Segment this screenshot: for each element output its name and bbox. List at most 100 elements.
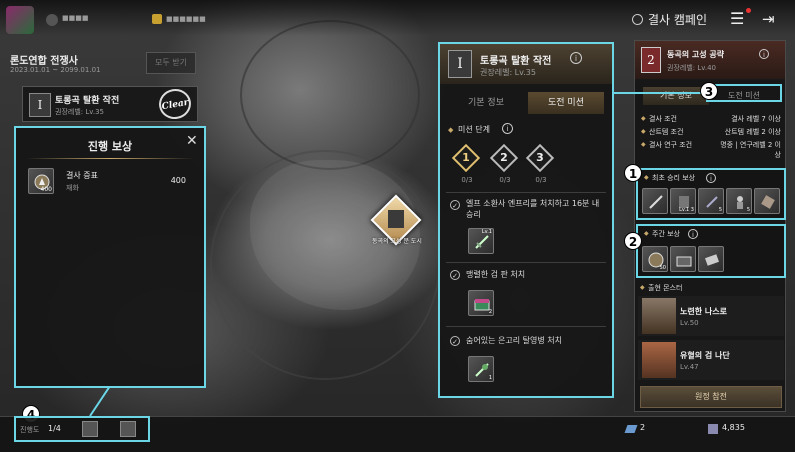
scroll-icon: [761, 195, 775, 209]
divider: [446, 192, 606, 193]
info-icon[interactable]: i: [688, 229, 698, 239]
mission-card[interactable]: I 토롱곡 탈환 작전 권장레벨: Lv.35 Clear: [22, 86, 198, 122]
mission-numeral: I: [29, 93, 51, 117]
reward-item[interactable]: [754, 188, 780, 214]
stage-progress: 0/3: [535, 176, 547, 184]
monster-row[interactable]: 노련한 나스로 Lv.50: [638, 296, 784, 336]
stage-diamond[interactable]: 2: [489, 143, 519, 173]
scroll-icon: [704, 254, 720, 266]
progress-label: 진행도: [20, 426, 40, 434]
condition-value: 산트템 레벨 2 이상: [724, 128, 781, 136]
mission-title: 토롱곡 탈환 작전: [480, 56, 552, 67]
condition-value: 결사 레벨 7 이상: [731, 115, 781, 123]
reward-item[interactable]: 5: [698, 188, 724, 214]
event-dates: 2023.01.01 ~ 2099.01.01: [10, 66, 101, 74]
reward-item[interactable]: Lv.1 3: [670, 188, 696, 214]
weapon-icon: [475, 235, 489, 249]
event-title: 론도연합 전쟁사: [10, 56, 78, 67]
progress-box: 진행도 1/4: [14, 416, 150, 442]
mission-numeral: I: [448, 50, 472, 78]
item-badge: 50: [659, 265, 666, 271]
stage-number: 3: [536, 151, 544, 164]
item-badge: 2: [488, 309, 492, 315]
annotation-1: 1: [624, 164, 642, 182]
mission-level: 권장레벨: Lv.35: [480, 68, 536, 77]
mission-detail-panel: I 토롱곡 탈환 작전 i 권장레벨: Lv.35 기본 정보 도전 미션 ◆ …: [438, 42, 614, 398]
reward-item[interactable]: [670, 246, 696, 272]
notification-dot: [746, 8, 751, 13]
info-icon[interactable]: i: [570, 52, 582, 64]
monster-portrait: [642, 342, 676, 378]
condition-value: 명중 | 연구레벨 2 이상: [720, 141, 781, 159]
annotation-connector: [89, 386, 111, 417]
exit-icon[interactable]: ⇥: [762, 10, 780, 28]
weekly-reward-box: ◆ 주간 보상 i 50: [636, 224, 786, 278]
reward-item[interactable]: 400: [28, 168, 54, 194]
map-marker-label: 동곡의 고성 문 도시: [372, 238, 422, 245]
close-icon[interactable]: ✕: [186, 134, 200, 148]
info-icon[interactable]: i: [706, 173, 716, 183]
stage-progress: 0/3: [499, 176, 511, 184]
item-badge: 5: [718, 207, 722, 213]
progress-reward-slot[interactable]: [82, 421, 98, 437]
divider: [446, 262, 606, 263]
stage-diamond[interactable]: 3: [525, 143, 555, 173]
mission-text: 숨어있는 은고리 탈영병 처치: [466, 336, 562, 345]
annotation-3: 3: [700, 82, 718, 100]
mission-reward-item[interactable]: Lv.1: [468, 228, 494, 254]
item-badge: Lv.1 3: [679, 207, 694, 213]
info-icon[interactable]: i: [502, 123, 513, 134]
stage-number: 1: [462, 151, 470, 164]
item-count: 400: [170, 176, 186, 185]
monster-level: Lv.50: [680, 319, 699, 327]
expedition-button[interactable]: 원정 참전: [640, 386, 782, 408]
mission-reward-item[interactable]: 2: [468, 290, 494, 316]
player-extra: ■■■■■■: [166, 15, 206, 23]
bullet-icon: ◆: [644, 230, 649, 237]
condition-label: 결사 연구 조건: [649, 141, 693, 149]
bullet-icon: ◆: [641, 128, 646, 135]
reward-item[interactable]: [698, 246, 724, 272]
progress-reward-slot[interactable]: [120, 421, 136, 437]
item-badge: Lv.1: [481, 229, 492, 235]
annotation-connector: [612, 92, 708, 94]
bullet-icon: ◆: [644, 174, 649, 181]
item-count-badge: 400: [40, 186, 52, 193]
divider: [446, 326, 606, 327]
annotation-2: 2: [624, 232, 642, 250]
item-badge: 1: [488, 375, 492, 381]
campaign-label[interactable]: 결사 캠페인: [648, 11, 728, 28]
gold-icon: [152, 14, 162, 24]
monsters-label: 출현 몬스터: [648, 284, 683, 292]
currency-1: 2: [640, 423, 646, 432]
stage-diamond[interactable]: 1: [451, 143, 481, 173]
reward-item[interactable]: [642, 188, 668, 214]
item-type: 재화: [66, 184, 79, 192]
mission-reward-item[interactable]: 1: [468, 356, 494, 382]
reward-item[interactable]: 50: [642, 246, 668, 272]
receive-all-button[interactable]: 모두 받기: [146, 52, 196, 74]
tab-basic-info[interactable]: 기본 정보: [448, 92, 524, 114]
chest-icon: [676, 256, 692, 267]
guild-emblem-icon[interactable]: [6, 6, 34, 34]
monster-level: Lv.47: [680, 363, 699, 371]
reward-item[interactable]: 5: [726, 188, 752, 214]
info-icon[interactable]: i: [759, 49, 769, 59]
monster-name: 유혈의 검 나단: [680, 351, 730, 360]
bullet-icon: ◆: [641, 115, 646, 122]
divider: [26, 158, 194, 159]
tab-challenge-mission[interactable]: 도전 미션: [528, 92, 604, 114]
monster-row[interactable]: 유혈의 검 나단 Lv.47: [638, 340, 784, 380]
first-win-reward-box: ◆ 최초 승리 보상 i Lv.1 3 5 5: [636, 168, 786, 220]
item-name: 결사 증표: [66, 171, 98, 180]
clear-stamp: Clear: [156, 86, 194, 122]
weapon-icon: [649, 195, 663, 209]
bullet-icon: ◆: [641, 141, 646, 148]
mission-level: 권장레벨: Lv.40: [667, 64, 716, 72]
progress-reward-panel: 진행 보상 ✕ 400 결사 증표 재화 400: [14, 126, 206, 388]
player-name: ■■■■: [62, 14, 89, 22]
mission-text: 엘프 소환사 엔프리를 처치하고 16분 내 승리: [466, 199, 600, 219]
currency-2: 4,835: [722, 423, 745, 432]
campaign-icon: [632, 14, 643, 25]
menu-icon[interactable]: ☰: [730, 10, 748, 28]
